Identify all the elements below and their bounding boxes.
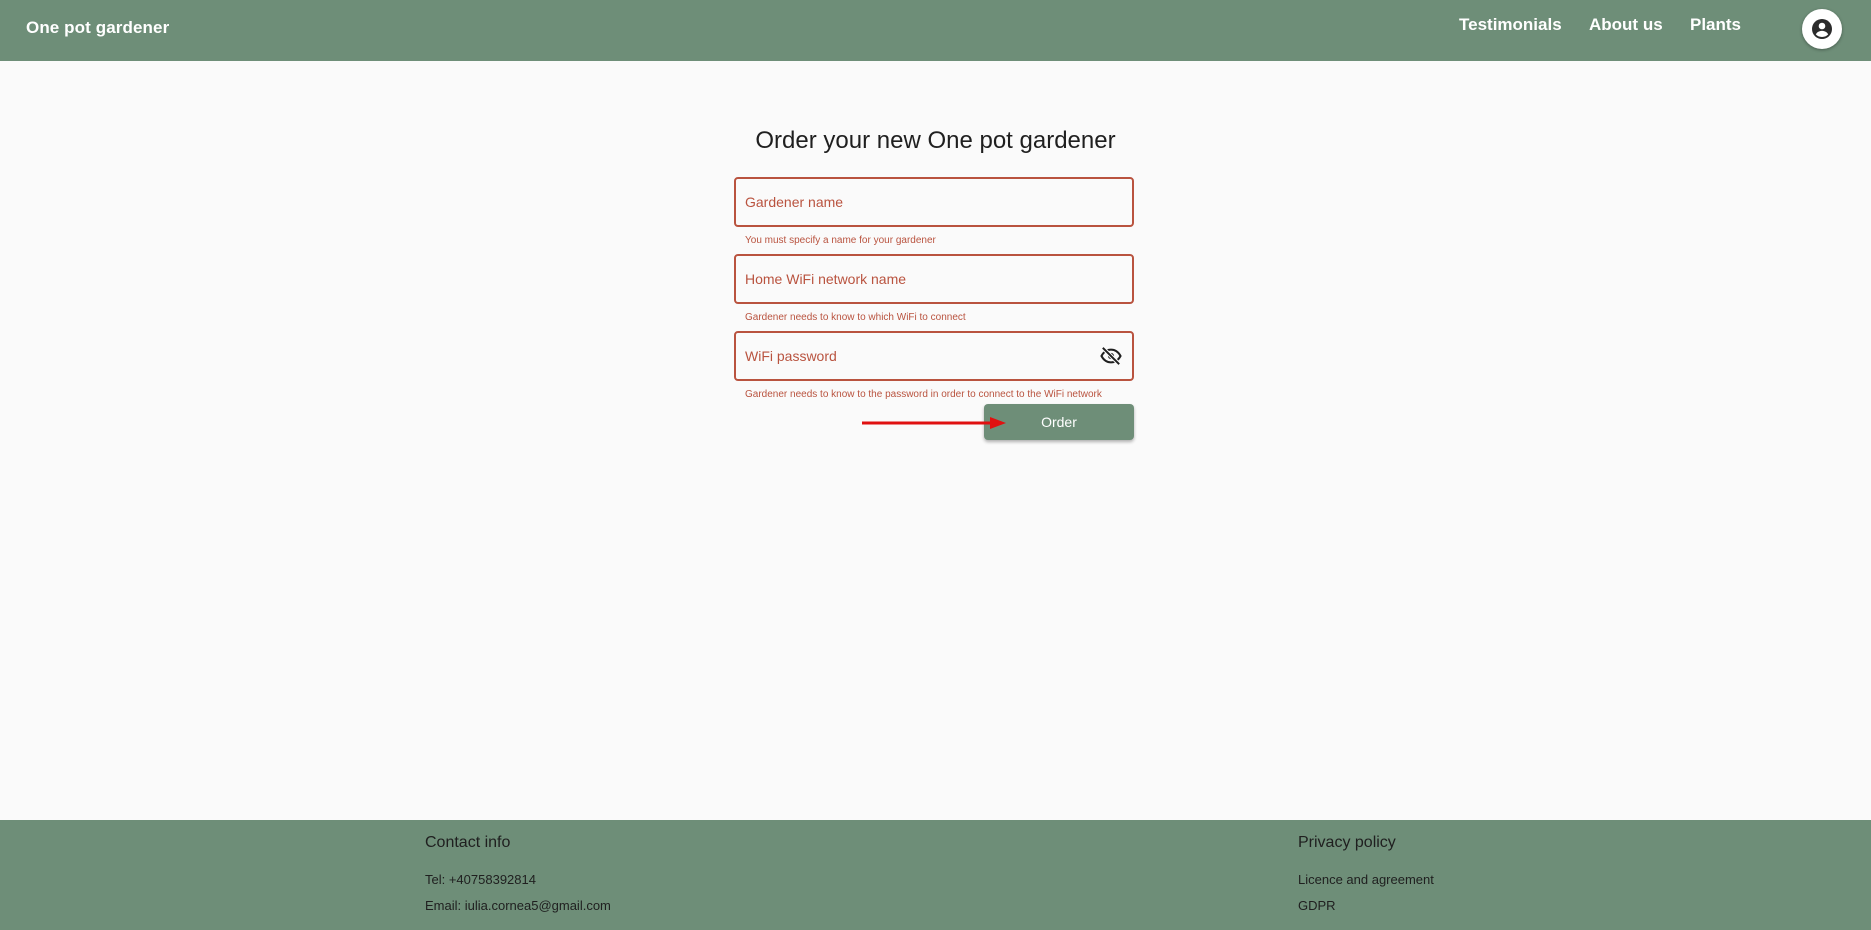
wifi-name-field[interactable] [734,254,1134,304]
contact-email: Email: iulia.cornea5@gmail.com [425,898,611,913]
gardener-name-error: You must specify a name for your gardene… [745,235,936,246]
annotation-arrow-icon [862,417,1006,429]
wifi-name-input[interactable] [736,256,1132,302]
top-app-bar: One pot gardener Testimonials About us P… [0,0,1871,61]
footer: Contact info Tel: +40758392814 Email: iu… [0,820,1871,930]
wifi-password-input[interactable] [736,333,1132,379]
gdpr-link[interactable]: GDPR [1298,898,1336,913]
page-title: Order your new One pot gardener [755,127,1116,154]
gardener-name-input[interactable] [736,179,1132,225]
account-button[interactable] [1802,9,1842,49]
gardener-name-field[interactable] [734,177,1134,227]
account-circle-icon [1812,19,1832,39]
visibility-off-icon[interactable] [1100,346,1122,366]
contact-info-heading: Contact info [425,834,511,851]
nav-plants[interactable]: Plants [1690,15,1741,35]
contact-phone: Tel: +40758392814 [425,872,536,887]
brand-title[interactable]: One pot gardener [26,18,169,38]
nav-about-us[interactable]: About us [1589,15,1663,35]
wifi-name-error: Gardener needs to know to which WiFi to … [745,312,966,323]
wifi-password-error: Gardener needs to know to the password i… [745,389,1102,400]
wifi-password-field[interactable] [734,331,1134,381]
licence-agreement-link[interactable]: Licence and agreement [1298,872,1434,887]
privacy-policy-heading: Privacy policy [1298,834,1396,851]
nav-testimonials[interactable]: Testimonials [1459,15,1562,35]
